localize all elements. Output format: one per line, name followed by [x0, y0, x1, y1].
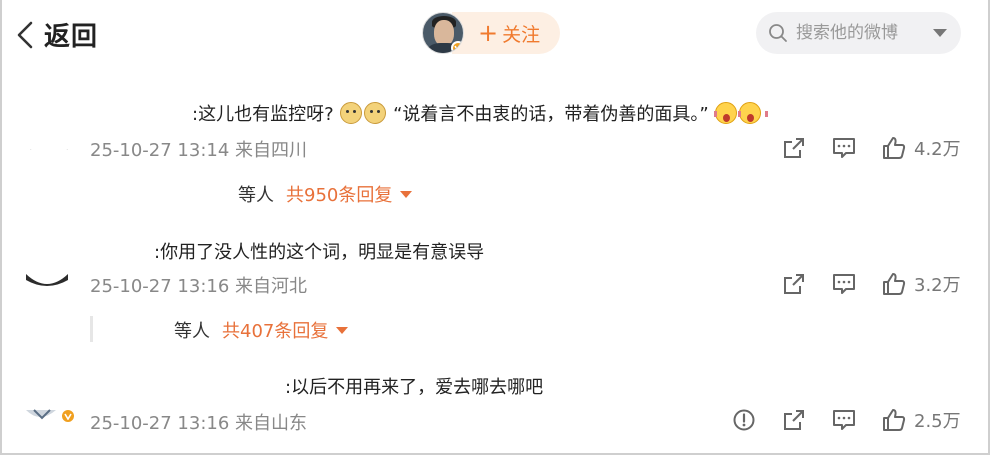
follow-label: 关注 [502, 23, 541, 46]
scream-emoji [738, 102, 769, 124]
plus-icon: + [478, 19, 499, 47]
reply-summary: 等人 共407条回复 [174, 317, 349, 343]
profile-follow-group: + 关注 [422, 12, 561, 54]
expand-replies-icon[interactable] [336, 326, 349, 334]
report-button[interactable] [732, 408, 756, 432]
like-count: 4.2万 [914, 139, 961, 160]
comment-icon [833, 138, 855, 158]
like-button[interactable]: 2.5万 [882, 407, 961, 433]
like-icon [883, 273, 906, 295]
like-button[interactable]: 4.2万 [882, 135, 961, 161]
search-box[interactable] [756, 12, 961, 54]
share-icon [784, 138, 804, 158]
comment-text: :这儿也有监控呀? “说着言不由衷的话，带着伪善的面具。” [192, 100, 769, 126]
doge-emoji [340, 102, 363, 124]
share-icon [784, 410, 804, 430]
comment-meta: 25-10-27 13:14 来自四川 [90, 140, 308, 161]
comment-actions: 4.2万 [782, 135, 961, 161]
scream-emoji [714, 102, 745, 124]
comment-actions: 2.5万 [732, 407, 961, 433]
reply-users: 等人 [238, 185, 274, 206]
comment-text-part: :这儿也有监控呀? [192, 104, 334, 125]
like-button[interactable]: 3.2万 [882, 271, 961, 297]
search-icon [769, 24, 787, 42]
back-button[interactable]: 返回 [14, 16, 98, 53]
share-button[interactable] [782, 408, 806, 432]
doge-emoji [364, 102, 387, 124]
comment-text: :你用了没人性的这个词，明显是有意误导 [154, 242, 485, 263]
comment-button[interactable] [832, 408, 856, 432]
reply-divider [90, 316, 93, 342]
comment-meta: 25-10-27 13:16 来自河北 [90, 276, 308, 297]
share-button[interactable] [782, 272, 806, 296]
report-icon [733, 409, 755, 431]
like-count: 2.5万 [914, 411, 961, 432]
expand-replies-icon[interactable] [400, 190, 413, 198]
search-dropdown-icon[interactable] [933, 29, 947, 37]
verified-badge-icon [60, 408, 76, 424]
verified-badge-icon [451, 41, 463, 53]
reply-users: 等人 [174, 321, 210, 342]
comment-button[interactable] [832, 136, 856, 160]
back-arrow-icon [17, 21, 33, 48]
comment-actions: 3.2万 [782, 271, 961, 297]
comment-button[interactable] [832, 272, 856, 296]
truncated-content-edge [18, 58, 198, 66]
avatar[interactable] [24, 272, 70, 288]
view-replies-link[interactable]: 共407条回复 [222, 317, 328, 343]
comment-text-part: “说着言不由衷的话，带着伪善的面具。” [393, 104, 709, 125]
reply-summary: 等人 共950条回复 [238, 181, 413, 207]
comment-icon [833, 410, 855, 430]
like-icon [883, 409, 906, 431]
avatar[interactable] [24, 408, 78, 424]
like-icon [883, 137, 906, 159]
view-replies-link[interactable]: 共950条回复 [286, 181, 392, 207]
avatar[interactable] [26, 142, 72, 150]
share-icon [784, 274, 804, 294]
share-button[interactable] [782, 136, 806, 160]
follow-button[interactable]: + 关注 [452, 12, 561, 54]
comment-text: :以后不用再来了，爱去哪去哪吧 [285, 377, 544, 398]
like-count: 3.2万 [914, 275, 961, 296]
avatar[interactable] [422, 12, 464, 54]
comment-meta: 25-10-27 13:16 来自山东 [90, 413, 308, 434]
comment-icon [833, 274, 855, 294]
search-input[interactable] [796, 23, 916, 43]
back-label: 返回 [44, 22, 99, 52]
